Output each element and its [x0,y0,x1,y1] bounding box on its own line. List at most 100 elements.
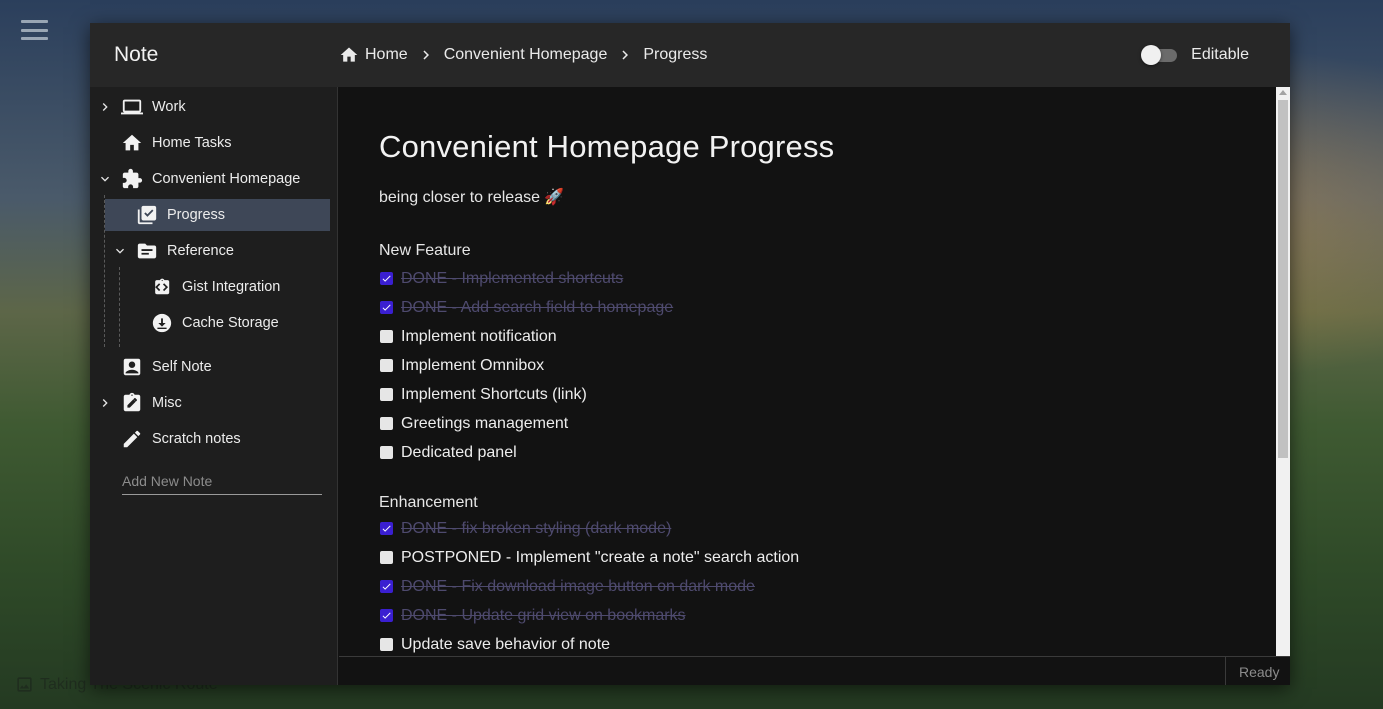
image-icon [17,677,32,692]
home-icon [121,132,143,154]
menu-icon[interactable] [21,20,48,40]
task-item: Greetings management [379,409,1239,438]
task-text: Greetings management [401,414,569,432]
top-bar: Note Home Convenient Homepage Progress E… [90,23,1290,87]
task-text: DONE - Fix download image button on dark… [401,577,755,595]
task-text: DONE - Implemented shortcuts [401,269,624,287]
task-text: Update save behavior of note [401,635,611,653]
sidebar-item-misc[interactable]: Misc [90,387,338,419]
puzzle-icon [121,168,143,190]
task-list: DONE - fix broken styling (dark mode) PO… [379,514,1239,656]
checkbox[interactable] [380,359,393,372]
sidebar-item-label: Scratch notes [152,431,241,447]
task-item: POSTPONED - Implement "create a note" se… [379,543,1239,572]
checkbox-checked[interactable] [380,301,393,314]
checkbox[interactable] [380,330,393,343]
library-add-check-icon [136,204,158,226]
checkbox-checked[interactable] [380,580,393,593]
task-text: DONE - Add search field to homepage [401,298,674,316]
editable-toggle-group: Editable [1141,45,1249,65]
sidebar-item-gist-integration[interactable]: Gist Integration [120,271,338,303]
task-text: Implement Shortcuts (link) [401,385,587,403]
section-title: Enhancement [379,494,478,511]
task-item: Implement notification [379,322,1239,351]
add-note-input[interactable] [122,473,322,489]
sidebar-item-home-tasks[interactable]: Home Tasks [90,127,338,159]
app-title: Note [114,43,159,66]
sidebar-item-label: Cache Storage [182,315,279,331]
sidebar-item-cache-storage[interactable]: Cache Storage [120,307,338,339]
chevron-down-icon[interactable] [111,242,129,260]
checkbox-checked[interactable] [380,272,393,285]
content-scrollbar[interactable] [1276,87,1290,656]
sidebar-item-label: Convenient Homepage [152,171,301,187]
checkbox[interactable] [380,638,393,651]
sidebar-item-self-note[interactable]: Self Note [90,351,338,383]
editable-label: Editable [1191,46,1249,63]
task-item: Update save behavior of note [379,630,1239,656]
sidebar-item-work[interactable]: Work [90,91,338,123]
breadcrumb-home[interactable]: Home [339,45,408,65]
scroll-up-arrow-icon[interactable] [1279,90,1287,95]
sidebar-item-scratch-notes[interactable]: Scratch notes [90,423,338,455]
sidebar-item-label: Reference [167,243,234,259]
task-item: Dedicated panel [379,438,1239,467]
sidebar-item-label: Misc [152,395,182,411]
task-text: Implement notification [401,327,557,345]
breadcrumb: Home Convenient Homepage Progress [339,45,707,65]
contact-card-icon [121,356,143,378]
scrollbar-thumb[interactable] [1278,100,1288,458]
breadcrumb-item-label: Convenient Homepage [443,46,608,63]
task-text: Dedicated panel [401,443,517,461]
chevron-right-icon [607,46,643,64]
add-note-field[interactable] [122,469,322,495]
note-content[interactable]: Convenient Homepage Progress being close… [339,87,1276,656]
chevron-right-icon[interactable] [96,98,114,116]
breadcrumb-item-label: Progress [643,46,708,63]
breadcrumb-convenient-homepage[interactable]: Convenient Homepage [444,46,608,64]
folder-icon [136,240,158,262]
task-item: DONE - Add search field to homepage [379,293,1239,322]
document: Convenient Homepage Progress being close… [379,129,1239,656]
task-text: Implement Omnibox [401,356,545,374]
checkbox[interactable] [380,417,393,430]
code-clipboard-icon [151,276,173,298]
section-title: New Feature [379,242,471,259]
task-item: DONE - fix broken styling (dark mode) [379,514,1239,543]
chevron-right-icon [408,46,444,64]
sidebar-item-convenient-homepage[interactable]: Convenient Homepage [90,163,338,195]
sidebar-item-label: Home Tasks [152,135,232,151]
sidebar-tree: Work Home Tasks Convenient Homepage Prog… [90,87,338,685]
clipboard-edit-icon [121,392,143,414]
checkbox-checked[interactable] [380,609,393,622]
document-title: Convenient Homepage Progress [379,129,835,164]
checkbox[interactable] [380,446,393,459]
status-bar: Ready [339,656,1290,685]
editable-toggle[interactable] [1141,45,1178,65]
sidebar-item-reference[interactable]: Reference [105,235,338,267]
sidebar-item-label: Gist Integration [182,279,281,295]
status-text: Ready [1239,664,1280,680]
task-item: Implement Shortcuts (link) [379,380,1239,409]
checkbox-checked[interactable] [380,522,393,535]
note-window: Note Home Convenient Homepage Progress E… [90,23,1290,685]
task-item: DONE - Implemented shortcuts [379,264,1239,293]
breadcrumb-progress[interactable]: Progress [643,46,707,64]
sidebar-item-label: Self Note [152,359,212,375]
task-text: POSTPONED - Implement "create a note" se… [401,548,800,566]
task-item: DONE - Update grid view on bookmarks [379,601,1239,630]
laptop-icon [121,96,143,118]
checkbox[interactable] [380,388,393,401]
sidebar-item-label: Work [152,99,186,115]
document-subtitle: being closer to release 🚀 [379,189,565,206]
sidebar-item-label: Progress [167,207,226,223]
chevron-right-icon[interactable] [96,394,114,412]
task-list: DONE - Implemented shortcuts DONE - Add … [379,264,1239,467]
checkbox[interactable] [380,551,393,564]
task-text: DONE - fix broken styling (dark mode) [401,519,672,537]
download-circle-icon [151,312,173,334]
sidebar-item-progress[interactable]: Progress [105,199,330,231]
breadcrumb-home-label: Home [365,46,408,63]
chevron-down-icon[interactable] [96,170,114,188]
home-icon [340,47,358,62]
